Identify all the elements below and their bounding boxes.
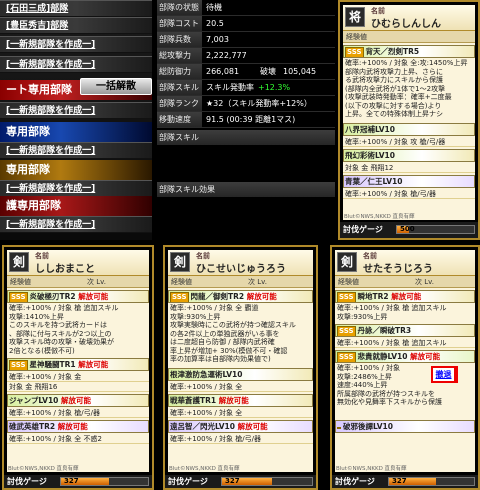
general-name: ひむらしんしん [371, 19, 441, 30]
stat-row: 部隊の状態 待機 [157, 0, 335, 16]
subjugation-gauge: 討伐ゲージ 327 [332, 475, 478, 488]
create-unit-link[interactable]: [一新規部隊を作成一] [0, 36, 152, 53]
general-card[interactable]: 剣 名前 ひこせいじゅうろう 経験値次 Lv. SSS 閃龍／御剣TR2 解放可能… [163, 245, 318, 490]
general-type-icon: 剣 [337, 252, 357, 272]
stat-row: 移動速度 91.5 (00:39 距離1マス) [157, 112, 335, 128]
unit-link-ishida[interactable]: [石田三成]部隊 [0, 0, 152, 17]
general-name: せたそうじろう [363, 264, 433, 275]
create-unit-link[interactable]: [一新規部隊を作成一] [0, 102, 152, 119]
section-header: 護専用部隊 [0, 196, 152, 216]
stat-row: 総攻撃力 2,222,777 [157, 48, 335, 64]
skill-description: 確率:+100% / 対象 全:攻:1450%上昇 部隊内武将攻撃力上昇、さらに… [345, 59, 468, 118]
skill-header[interactable]: 八界冠補LV10 [343, 123, 475, 136]
general-card[interactable]: 将 名前 ひむらしんしん 経験値 SSS 背天／烈剣TR5 確率:+100% / … [338, 0, 480, 240]
general-type-icon: 将 [345, 7, 365, 27]
skill-header[interactable]: SSS 星神騒闘TR1 解放可能 [7, 358, 149, 371]
subjugation-gauge: 討伐ゲージ 327 [165, 475, 316, 488]
create-unit-link[interactable]: [一新規部隊を作成一] [0, 56, 152, 73]
general-type-icon: 剣 [9, 252, 29, 272]
general-name: ひこせいじゅうろう [196, 264, 286, 275]
section-header: 専用部隊 [0, 160, 152, 180]
skill-header[interactable]: SSS 炎破極刃TR2 解放可能 [7, 290, 149, 303]
unit-skill-header: 部隊スキル [157, 130, 335, 145]
skill-header[interactable]: SSS 背天／烈剣TR5 [343, 45, 475, 58]
skill-header[interactable]: SSS 丹詠／瞬破TR3 [335, 324, 475, 337]
skill-header[interactable]: 戦華蒼護TR1 解放可能 [168, 394, 313, 407]
skill-header[interactable]: SSS 悲貴就静LV10 解放可能 [335, 350, 475, 363]
stat-row: 部隊コスト 20.5 [157, 16, 335, 32]
unit-skill-effect-header: 部隊スキル効果 [157, 182, 335, 197]
skill-header[interactable]: 遠呂智／閃光LV10 解放可能 [168, 420, 313, 433]
create-unit-link[interactable]: [一新規部隊を作成一] [0, 180, 152, 197]
skill-header[interactable]: 破邪後譚LV10 [335, 420, 475, 433]
skill-header[interactable]: 飛幻彩術LV10 [343, 149, 475, 162]
bulk-disband-button[interactable]: 一括解散 [80, 78, 152, 95]
stat-row: 部隊兵数 7,003 [157, 32, 335, 48]
skill-description: 確率:+100% / 対象 槍 追加スキル 攻撃:1410%上昇 このスキルを持… [9, 304, 119, 355]
unit-stats-table: 部隊の状態 待機 部隊コスト 20.5 部隊兵数 7,003 総攻撃力 2,222,77… [157, 0, 335, 240]
subjugation-gauge: 討伐ゲージ 500 [340, 222, 478, 238]
skill-header[interactable]: 青葉／仁王LV10 [343, 175, 475, 188]
skill-description: 確率:+100% / 対象 槍 追加スキル 攻撃:930%上昇 [337, 304, 447, 321]
section-header: 専用部隊 [0, 122, 152, 142]
skill-header[interactable]: SSS 瞬地TR2 解放可能 [335, 290, 475, 303]
skill-header[interactable]: SSS 閃龍／御剣TR2 解放可能 [168, 290, 313, 303]
skill-header[interactable]: ジャンプLV10 解放可能 [7, 394, 149, 407]
xp-row: 経験値次 Lv. [335, 276, 475, 288]
subjugation-gauge: 討伐ゲージ 327 [4, 475, 152, 488]
xp-row: 経験値 [343, 31, 475, 43]
stat-row: 部隊スキル スキル発動率 +12.3% [157, 80, 335, 96]
unit-link-toyotomi[interactable]: [豊臣秀吉]部隊 [0, 17, 152, 34]
stat-row: 総防御力 266,081 破壊 105,045 [157, 64, 335, 80]
create-unit-link[interactable]: [一新規部隊を作成一] [0, 142, 152, 159]
unit-list-menu: [石田三成]部隊 [豊臣秀吉]部隊 [一新規部隊を作成一] [一新規部隊を作成一… [0, 0, 152, 240]
general-card[interactable]: 剣 名前 ししおまこと 経験値次 Lv. SSS 炎破極刃TR2 解放可能 確率:… [2, 245, 154, 490]
stat-row: 部隊ランク ★32（スキル発動率+12%） [157, 96, 335, 112]
skill-description: 確率:+100% / 対象 全 覇道 攻撃:930%上昇 攻撃実験時にこの武将が… [170, 304, 296, 363]
create-unit-link[interactable]: [一新規部隊を作成一] [0, 216, 152, 233]
skill-header[interactable]: 碓武英雄TR2 解放可能 [7, 420, 149, 433]
general-type-icon: 剣 [170, 252, 190, 272]
skill-header[interactable]: 根津激防急運術LV10 [168, 368, 313, 381]
xp-row: 経験値次 Lv. [168, 276, 313, 288]
general-name: ししおまこと [35, 264, 95, 275]
xp-row: 経験値次 Lv. [7, 276, 149, 288]
remove-general-button[interactable]: 撤退 [431, 366, 458, 383]
